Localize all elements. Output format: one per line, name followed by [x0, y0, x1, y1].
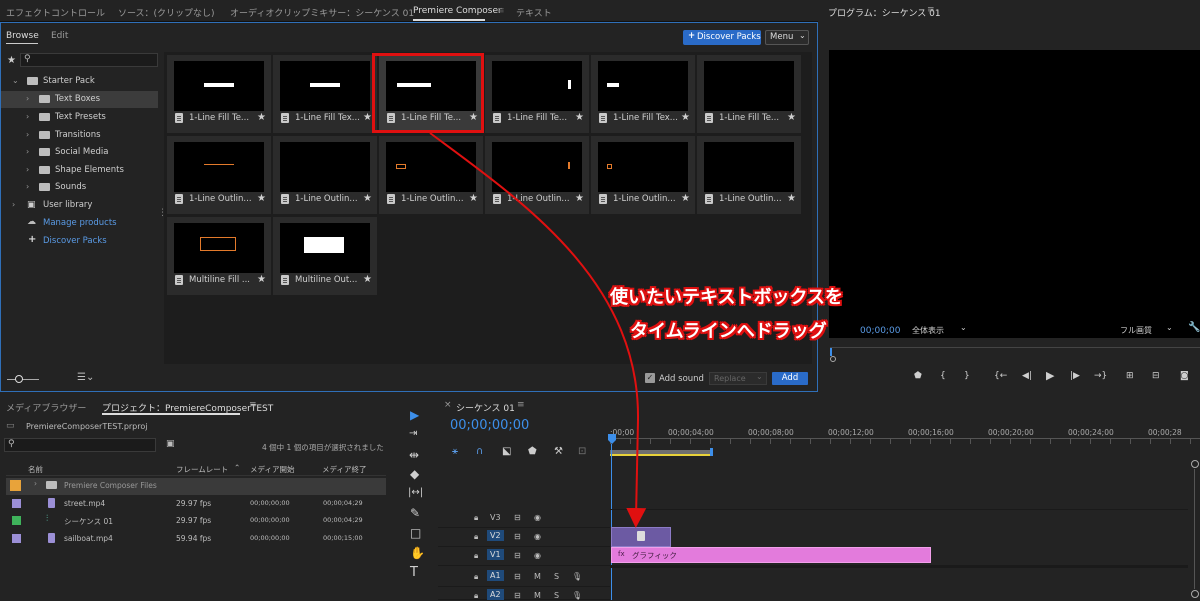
callout-line-1: 使いたいテキストボックスを	[610, 287, 843, 308]
callout-line-2: タイムラインへドラッグ	[630, 321, 827, 342]
drag-instruction-arrow	[429, 132, 647, 528]
